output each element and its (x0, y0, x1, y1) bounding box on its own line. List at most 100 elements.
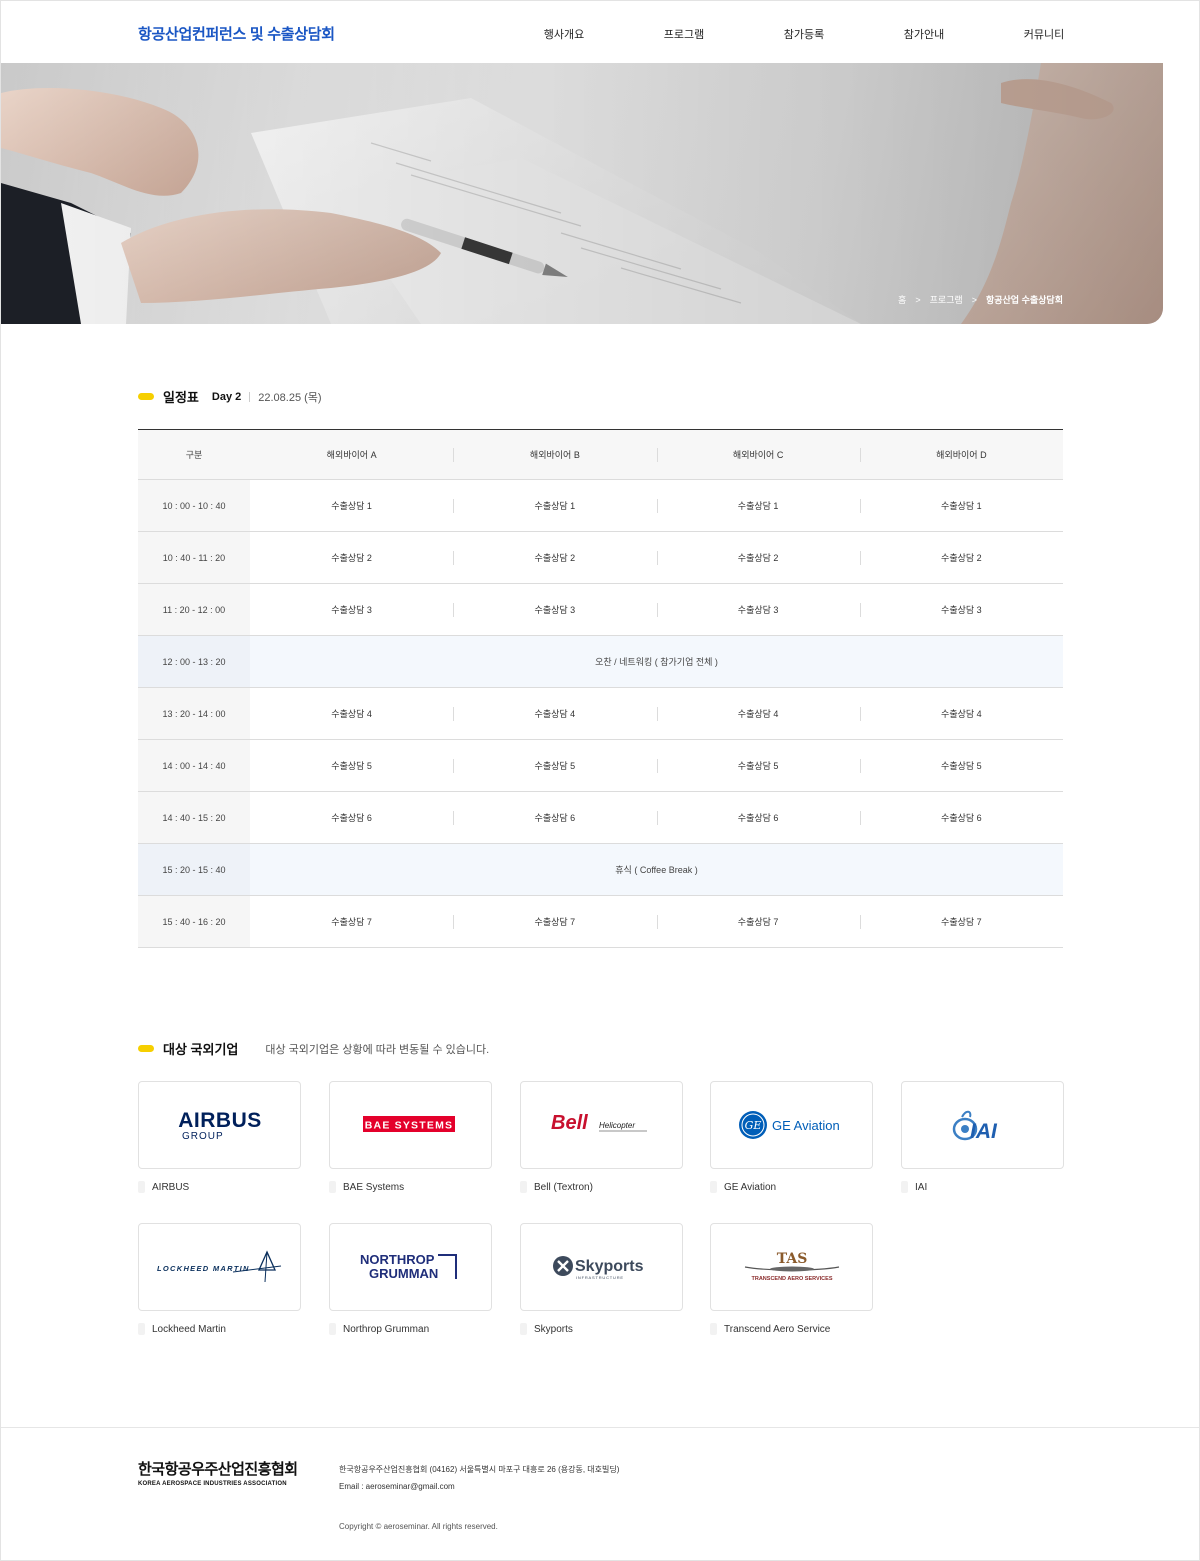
schedule-date: 22.08.25 (목) (258, 391, 322, 404)
table-header-cell: 해외바이어 B (453, 430, 656, 479)
company-logo-box: Bell Helicopter (520, 1081, 683, 1169)
bullet-icon (520, 1181, 527, 1193)
bullet-icon (138, 1181, 145, 1193)
session-cell: 수출상담 5 (859, 740, 1063, 791)
nav-item-guide[interactable]: 참가안내 (904, 26, 944, 42)
company-card-airbus[interactable]: AIRBUS GROUP AIRBUS (138, 1081, 301, 1193)
session-cell: 수출상담 4 (453, 688, 656, 739)
session-cell: 수출상담 4 (331, 709, 372, 719)
company-name: Lockheed Martin (152, 1323, 226, 1335)
schedule-day: Day 2 (211, 390, 242, 403)
table-row: 15 : 40 - 16 : 20 수출상담 7 수출상담 7 수출상담 7 수출상담 … (138, 896, 1063, 948)
companies-note: 대상 국외기업은 상황에 따라 변동될 수 있습니다. (265, 1043, 490, 1056)
breadcrumb: 홈 > 프로그램 > 항공산업 수출상담회 (898, 293, 1063, 306)
session-cell: 수출상담 2 (859, 532, 1063, 583)
session-cell: 수출상담 7 (331, 917, 372, 927)
company-card-tas[interactable]: TAS TRANSCEND AERO SERVICES Transcend Ae… (710, 1223, 873, 1335)
session-cell: 수출상담 3 (331, 605, 372, 615)
time-cell: 10 : 00 - 10 : 40 (138, 480, 250, 531)
session-cell: 수출상담 7 (859, 896, 1063, 947)
company-name: Transcend Aero Service (724, 1323, 831, 1335)
section-marker (138, 393, 154, 400)
companies-title: 대상 국외기업 (163, 1042, 239, 1057)
iai-logo: IAI (952, 1110, 998, 1143)
northrop-logo: NORTHROP GRUMMAN (360, 1252, 457, 1281)
airbus-logo-text: AIRBUS (178, 1109, 262, 1132)
schedule-header: 일정표 Day 2 22.08.25 (목) (138, 387, 322, 406)
main-nav: 행사개요 프로그램 참가등록 참가안내 커뮤니티 (1, 26, 1199, 42)
breadcrumb-program[interactable]: 프로그램 (930, 293, 963, 306)
table-header-cell: 해외바이어 A (326, 450, 377, 460)
session-cell: 수출상담 7 (453, 896, 656, 947)
company-logo-box: LOCKHEED MARTIN (138, 1223, 301, 1311)
section-marker (138, 1045, 154, 1052)
breadcrumb-home[interactable]: 홈 (898, 293, 906, 306)
company-card-bell[interactable]: Bell Helicopter Bell (Textron) (520, 1081, 683, 1193)
footer-org-name-en: KOREA AEROSPACE INDUSTRIES ASSOCIATION (138, 1481, 287, 1487)
tas-logo-text: TAS (776, 1251, 807, 1267)
breadcrumb-separator: > (971, 294, 977, 305)
time-cell: 14 : 40 - 15 : 20 (138, 792, 250, 843)
session-cell: 수출상담 6 (656, 792, 860, 843)
company-card-northrop[interactable]: NORTHROP GRUMMAN Northrop Grumman (329, 1223, 492, 1335)
northrop-logo-sub: GRUMMAN (369, 1266, 438, 1281)
bullet-icon (901, 1181, 908, 1193)
company-logo-box: GE GE Aviation (710, 1081, 873, 1169)
table-header-cell: 구분 (138, 430, 250, 479)
company-name: Skyports (534, 1323, 573, 1335)
table-row: 11 : 20 - 12 : 00 수출상담 3 수출상담 3 수출상담 3 수출상담 … (138, 584, 1063, 636)
session-cell: 수출상담 1 (859, 480, 1063, 531)
site-header: 항공산업컨퍼런스 및 수출상담회 행사개요 프로그램 참가등록 참가안내 커뮤니… (1, 1, 1199, 63)
breadcrumb-current: 항공산업 수출상담회 (985, 295, 1063, 305)
bullet-icon (138, 1323, 145, 1335)
bullet-icon (329, 1181, 336, 1193)
time-cell: 15 : 40 - 16 : 20 (138, 896, 250, 947)
hero-image (1, 63, 1163, 324)
company-card-ge[interactable]: GE GE Aviation GE Aviation (710, 1081, 873, 1193)
footer-logo: 한국항공우주산업진흥협회 KOREA AEROSPACE INDUSTRIES … (138, 1458, 298, 1487)
session-cell: 수출상담 2 (656, 532, 860, 583)
session-cell: 수출상담 1 (331, 501, 372, 511)
northrop-logo-text: NORTHROP (360, 1252, 435, 1267)
session-cell: 수출상담 2 (331, 553, 372, 563)
schedule-title: 일정표 (163, 390, 199, 405)
session-cell: 수출상담 7 (656, 896, 860, 947)
table-body: 10 : 00 - 10 : 40 수출상담 1 수출상담 1 수출상담 1 수출상담 … (138, 480, 1063, 948)
nav-item-community[interactable]: 커뮤니티 (1024, 26, 1064, 42)
table-row: 13 : 20 - 14 : 00 수출상담 4 수출상담 4 수출상담 4 수출상담 … (138, 688, 1063, 740)
skyports-logo-sub: INFRASTRUCTURE (576, 1275, 624, 1280)
company-card-iai[interactable]: IAI IAI (901, 1081, 1064, 1193)
ge-logo: GE GE Aviation (738, 1111, 839, 1139)
tas-logo-sub: TRANSCEND AERO SERVICES (751, 1276, 832, 1282)
svg-text:GE: GE (744, 1119, 761, 1132)
site-footer: 한국항공우주산업진흥협회 KOREA AEROSPACE INDUSTRIES … (1, 1427, 1199, 1561)
table-row-break: 15 : 20 - 15 : 40 휴식 ( Coffee Break ) (138, 844, 1063, 896)
company-card-lockheed[interactable]: LOCKHEED MARTIN Lockheed Martin (138, 1223, 301, 1335)
time-cell: 10 : 40 - 11 : 20 (138, 532, 250, 583)
company-name: Bell (Textron) (534, 1181, 593, 1193)
bullet-icon (329, 1323, 336, 1335)
iai-logo-text: IAI (970, 1120, 998, 1143)
nav-item-overview[interactable]: 행사개요 (544, 26, 584, 42)
footer-copyright: Copyright © aeroseminar. All rights rese… (339, 1522, 498, 1531)
nav-item-program[interactable]: 프로그램 (664, 26, 704, 42)
airbus-logo-sub: GROUP (182, 1131, 224, 1142)
time-cell: 14 : 00 - 14 : 40 (138, 740, 250, 791)
table-header-cell: 해외바이어 C (656, 430, 860, 479)
nav-item-registration[interactable]: 참가등록 (784, 26, 824, 42)
table-row: 10 : 40 - 11 : 20 수출상담 2 수출상담 2 수출상담 2 수출상담 … (138, 532, 1063, 584)
session-cell: 수출상담 3 (859, 584, 1063, 635)
tas-logo: TAS TRANSCEND AERO SERVICES (744, 1251, 839, 1282)
bell-logo-sub: Helicopter (599, 1121, 635, 1130)
company-card-bae[interactable]: BAE SYSTEMS BAE Systems (329, 1081, 492, 1193)
company-logo-box: AIRBUS GROUP (138, 1081, 301, 1169)
session-cell: 수출상담 4 (656, 688, 860, 739)
lockheed-logo: LOCKHEED MARTIN (157, 1250, 281, 1283)
table-row: 14 : 40 - 15 : 20 수출상담 6 수출상담 6 수출상담 6 수출상담 … (138, 792, 1063, 844)
airbus-logo: AIRBUS GROUP (178, 1109, 262, 1142)
breadcrumb-separator: > (915, 294, 921, 305)
footer-email[interactable]: Email : aeroseminar@gmail.com (339, 1478, 619, 1495)
company-card-skyports[interactable]: Skyports INFRASTRUCTURE Skyports (520, 1223, 683, 1335)
session-cell: 수출상담 4 (859, 688, 1063, 739)
session-cell: 수출상담 2 (453, 532, 656, 583)
